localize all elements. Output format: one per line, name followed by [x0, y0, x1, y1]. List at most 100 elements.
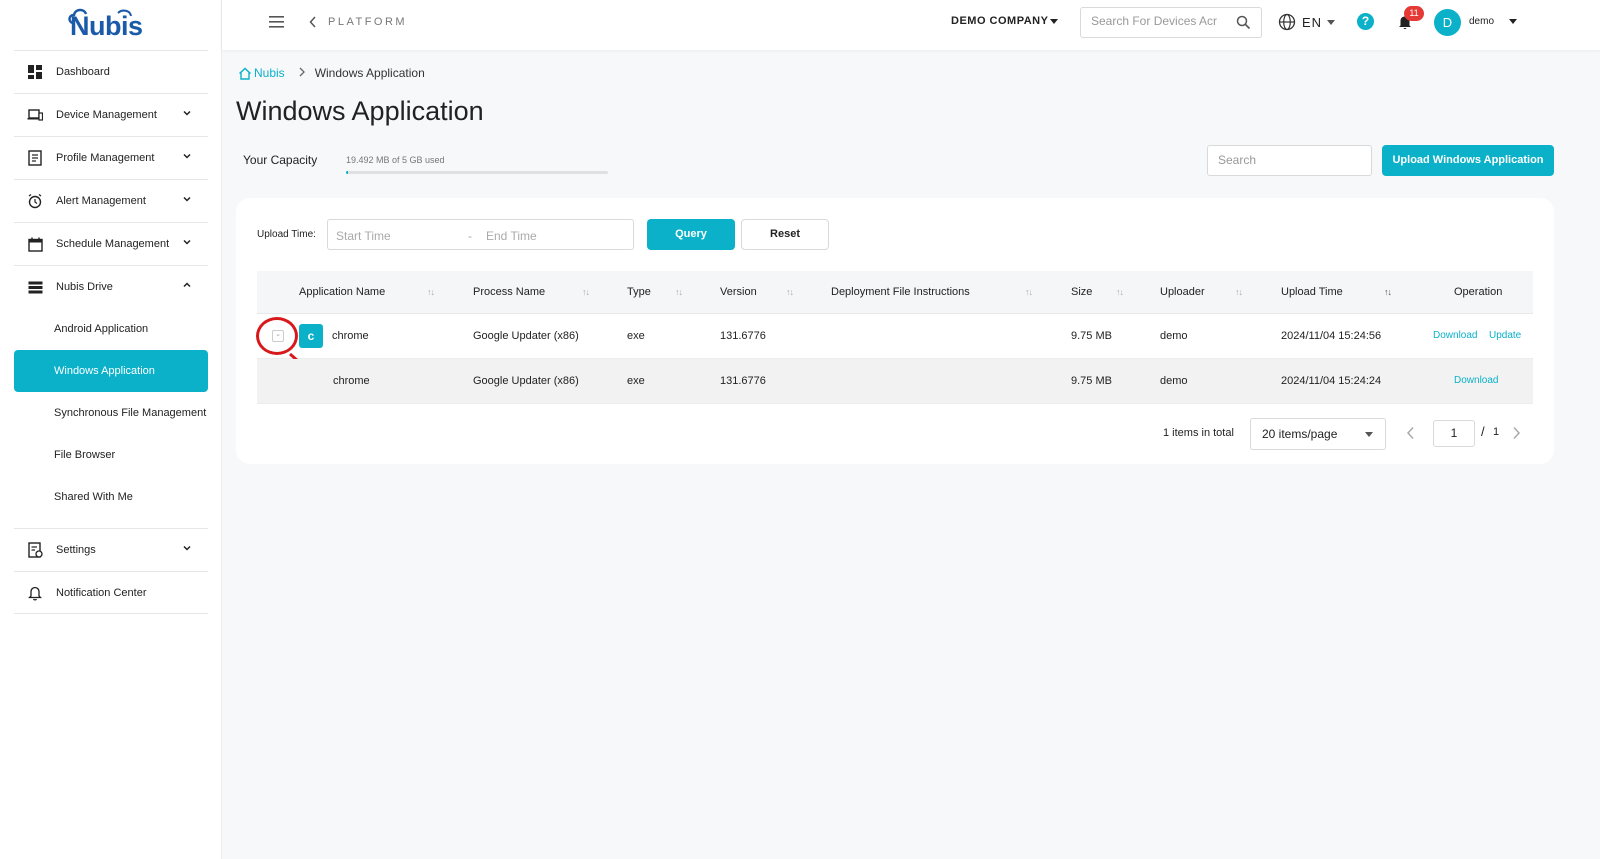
- upload-windows-application-button[interactable]: Upload Windows Application: [1382, 145, 1554, 176]
- sidebar-item-schedule-management[interactable]: Schedule Management: [14, 222, 208, 265]
- sort-icon[interactable]: ↑↓: [1235, 287, 1243, 297]
- pagination: 1 items in total 20 items/page 1 / 1: [236, 418, 1554, 450]
- column-header-size[interactable]: Size: [1071, 286, 1092, 298]
- breadcrumb-current: Windows Application: [314, 66, 425, 80]
- column-header-application-name[interactable]: Application Name: [299, 286, 385, 298]
- profile-doc-icon: [27, 150, 43, 166]
- chevron-down-icon[interactable]: [182, 108, 192, 118]
- sidebar-subitem-shared-with-me[interactable]: Shared With Me: [14, 476, 208, 518]
- previous-page-icon[interactable]: [1406, 426, 1415, 440]
- cell-uploader: demo: [1160, 375, 1188, 387]
- cell-type: exe: [627, 375, 645, 387]
- sort-icon[interactable]: ↑↓: [1116, 287, 1124, 297]
- cell-type: exe: [627, 330, 645, 342]
- platform-label[interactable]: PLATFORM: [328, 16, 407, 28]
- application-search-box[interactable]: [1207, 145, 1372, 176]
- date-range-picker[interactable]: Start Time - End Time: [327, 219, 634, 250]
- breadcrumb-home[interactable]: Nubis: [238, 66, 285, 80]
- date-separator: -: [468, 229, 472, 243]
- sort-icon[interactable]: ↑↓: [427, 287, 435, 297]
- cell-application-name: chrome: [332, 330, 369, 342]
- column-header-uploader[interactable]: Uploader: [1160, 286, 1205, 298]
- sidebar-subitem-android-application[interactable]: Android Application: [14, 308, 208, 350]
- capacity-progress-bar: [346, 171, 608, 174]
- sidebar-item-notification-center[interactable]: Notification Center: [14, 571, 208, 614]
- top-bar: PLATFORM DEMO COMPANY EN ? 11 D demo: [222, 0, 1600, 50]
- page-size-select[interactable]: 20 items/page: [1250, 418, 1386, 450]
- sidebar-item-device-management[interactable]: Device Management: [14, 93, 208, 136]
- end-time-input[interactable]: End Time: [486, 229, 537, 243]
- reset-button[interactable]: Reset: [741, 219, 829, 250]
- chevron-down-icon[interactable]: [182, 194, 192, 204]
- sidebar-item-dashboard[interactable]: Dashboard: [14, 50, 208, 93]
- column-header-upload-time[interactable]: Upload Time: [1281, 286, 1343, 298]
- sidebar-subitem-label: Shared With Me: [54, 491, 133, 503]
- table-row: - c chrome Google Updater (x86) exe 131.…: [256, 314, 1533, 381]
- alarm-clock-icon: [27, 193, 43, 209]
- sidebar-item-nubis-drive[interactable]: Nubis Drive: [14, 265, 208, 308]
- calendar-icon: [27, 236, 43, 252]
- next-page-icon[interactable]: [1512, 426, 1521, 440]
- column-header-type[interactable]: Type: [627, 286, 651, 298]
- cell-version: 131.6776: [720, 330, 766, 342]
- sidebar-subitem-file-browser[interactable]: File Browser: [14, 434, 208, 476]
- sidebar-item-settings[interactable]: Settings: [14, 528, 208, 571]
- start-time-input[interactable]: Start Time: [336, 229, 391, 243]
- application-search-input[interactable]: [1218, 153, 1363, 167]
- sidebar-subitem-windows-application[interactable]: Windows Application: [14, 350, 208, 392]
- column-header-process-name[interactable]: Process Name: [473, 286, 545, 298]
- sort-icon[interactable]: ↑↓: [1025, 287, 1033, 297]
- page-title: Windows Application: [236, 96, 484, 126]
- sidebar-item-alert-management[interactable]: Alert Management: [14, 179, 208, 222]
- menu-icon[interactable]: [269, 16, 284, 28]
- cell-size: 9.75 MB: [1071, 330, 1112, 342]
- cell-process-name: Google Updater (x86): [473, 330, 579, 342]
- globe-icon[interactable]: [1278, 13, 1296, 31]
- download-link[interactable]: Download: [1433, 330, 1477, 341]
- sort-icon[interactable]: ↑↓: [675, 287, 683, 297]
- caret-down-icon[interactable]: [1509, 19, 1517, 25]
- user-name[interactable]: demo: [1469, 16, 1494, 27]
- cell-application-name: chrome: [333, 375, 370, 387]
- help-icon[interactable]: ?: [1357, 13, 1374, 30]
- column-header-version[interactable]: Version: [720, 286, 757, 298]
- chevron-down-icon[interactable]: [182, 543, 192, 553]
- device-search-input[interactable]: [1091, 14, 1221, 28]
- column-header-deployment-file-instructions[interactable]: Deployment File Instructions: [831, 286, 970, 298]
- chevron-down-icon[interactable]: [182, 237, 192, 247]
- back-chevron-icon[interactable]: [308, 15, 318, 29]
- sidebar-item-label: Alert Management: [56, 195, 146, 207]
- total-items: 1 items in total: [1163, 427, 1234, 439]
- page-number-input[interactable]: 1: [1433, 420, 1475, 447]
- cell-process-name: Google Updater (x86): [473, 375, 579, 387]
- sort-icon[interactable]: ↑↓: [582, 287, 590, 297]
- page-size-value: 20 items/page: [1262, 427, 1338, 441]
- sort-descending-icon[interactable]: ↑↓: [1384, 287, 1392, 297]
- sidebar-item-profile-management[interactable]: Profile Management: [14, 136, 208, 179]
- breadcrumb-separator-icon: [299, 66, 305, 80]
- language-selector[interactable]: EN: [1302, 15, 1322, 30]
- logo[interactable]: Nubis: [62, 5, 152, 45]
- chevron-down-icon[interactable]: [182, 151, 192, 161]
- download-link[interactable]: Download: [1454, 375, 1498, 386]
- sidebar-item-label: Settings: [56, 544, 96, 556]
- chevron-up-icon[interactable]: [182, 280, 192, 290]
- sidebar-subitem-synchronous-file-management[interactable]: Synchronous File Management: [14, 392, 208, 434]
- cell-size: 9.75 MB: [1071, 375, 1112, 387]
- caret-down-icon[interactable]: [1327, 20, 1335, 26]
- sidebar-item-label: Device Management: [56, 109, 157, 121]
- sidebar-subitem-label: Android Application: [54, 323, 149, 335]
- collapse-row-toggle[interactable]: -: [272, 330, 284, 342]
- avatar[interactable]: D: [1434, 9, 1461, 36]
- sort-icon[interactable]: ↑↓: [786, 287, 794, 297]
- search-icon[interactable]: [1236, 15, 1251, 30]
- settings-doc-icon: [27, 542, 43, 558]
- query-button[interactable]: Query: [647, 219, 735, 250]
- company-selector[interactable]: DEMO COMPANY: [951, 15, 1048, 27]
- sidebar-item-label: Nubis Drive: [56, 281, 113, 293]
- sidebar-item-label: Schedule Management: [56, 238, 170, 250]
- update-link[interactable]: Update: [1489, 330, 1521, 341]
- device-search-box[interactable]: [1080, 7, 1262, 38]
- caret-down-icon[interactable]: [1050, 19, 1058, 25]
